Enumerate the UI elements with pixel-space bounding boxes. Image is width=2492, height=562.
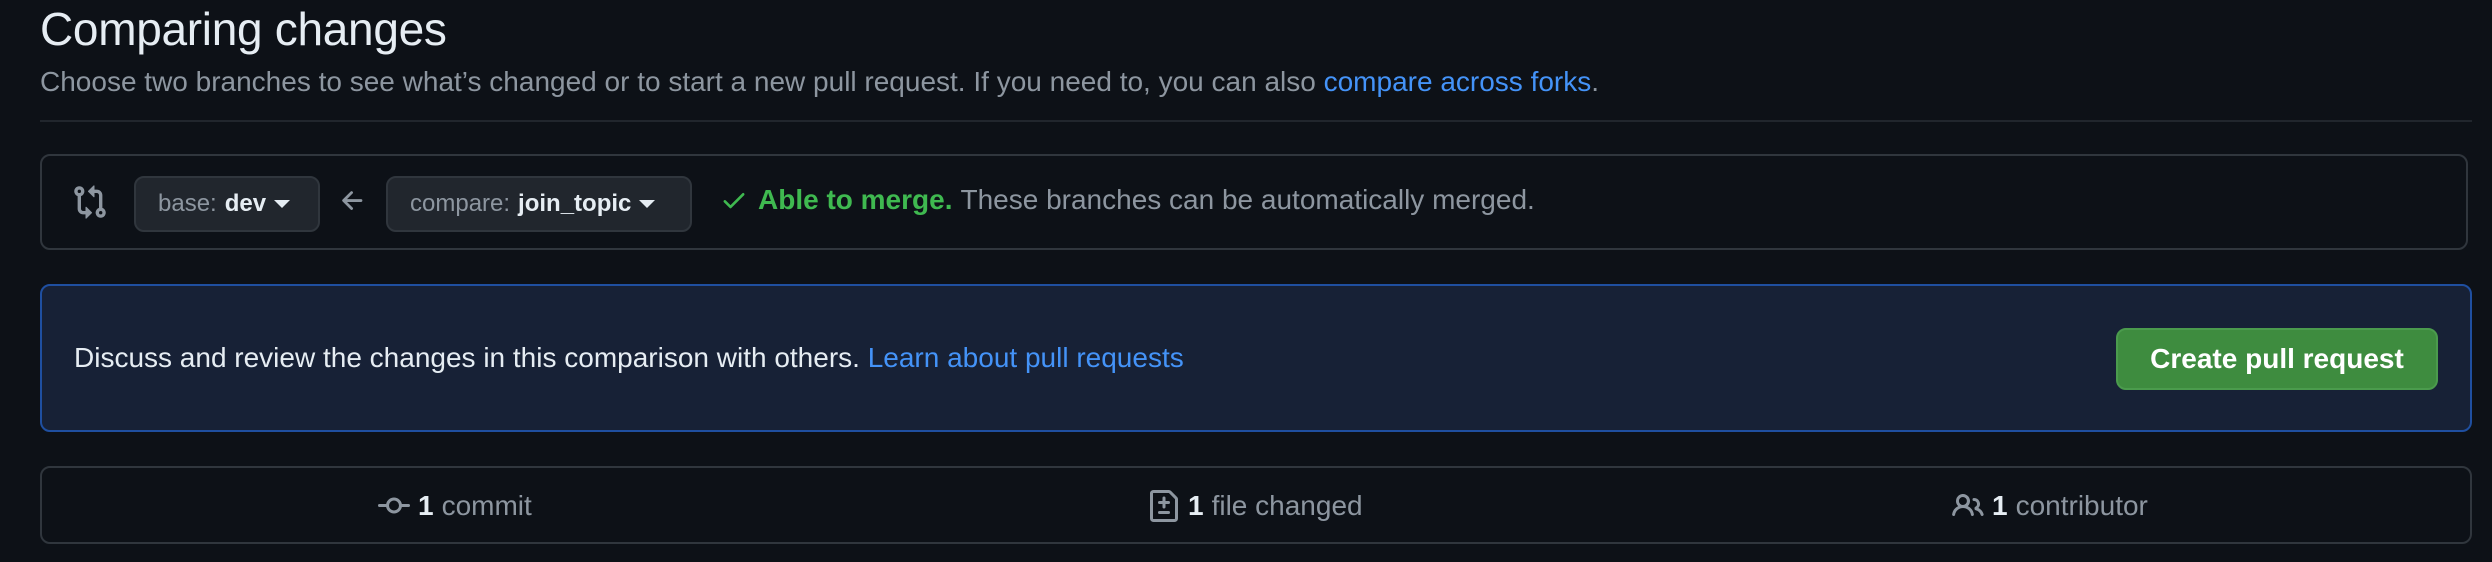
compare-value: join_topic [518,190,632,217]
subtitle-text: Choose two branches to see what’s change… [40,66,1324,97]
branch-compare-box: base: dev compare: join_topic Able to me… [40,154,2468,250]
arrow-left-icon [342,191,363,210]
merge-status-label: Able to merge. [758,184,953,215]
contributors-label: contributor [2015,490,2148,521]
contributors-stat[interactable]: 1 contributor [1952,490,2148,522]
git-compare-icon [74,185,106,219]
contributors-count: 1 [1992,490,2008,521]
commits-count: 1 [418,490,434,521]
files-label: file changed [1211,490,1363,521]
people-icon [1952,493,1984,517]
compare-branch-select[interactable]: compare: join_topic [386,176,692,232]
banner-text: Discuss and review the changes in this c… [74,342,868,373]
chevron-down-icon [274,200,291,208]
comparison-stats: 1 commit 1 file changed 1 contributor [40,466,2472,544]
learn-about-pull-requests-link[interactable]: Learn about pull requests [868,342,1184,373]
chevron-down-icon [639,200,656,208]
banner-message: Discuss and review the changes in this c… [74,342,1184,374]
files-changed-stat[interactable]: 1 file changed [1148,490,1363,522]
merge-status-description: These branches can be automatically merg… [960,184,1535,215]
base-branch-select[interactable]: base: dev [134,176,320,232]
file-diff-icon [1150,490,1178,522]
compare-label: compare: [410,190,511,217]
commits-stat[interactable]: 1 commit [378,490,532,522]
pull-request-banner: Discuss and review the changes in this c… [40,284,2472,432]
commits-label: commit [441,490,532,521]
files-count: 1 [1188,490,1204,521]
create-pull-request-button[interactable]: Create pull request [2116,328,2438,390]
check-icon [723,193,745,209]
base-label: base: [158,190,217,217]
base-value: dev [224,190,267,217]
page-title: Comparing changes [40,3,447,55]
merge-status: Able to merge. These branches can be aut… [720,184,1535,216]
divider [40,120,2472,122]
compare-across-forks-link[interactable]: compare across forks [1324,66,1592,97]
git-commit-icon [378,497,410,514]
subtitle-end: . [1591,66,1600,97]
page-subtitle: Choose two branches to see what’s change… [40,66,1599,98]
